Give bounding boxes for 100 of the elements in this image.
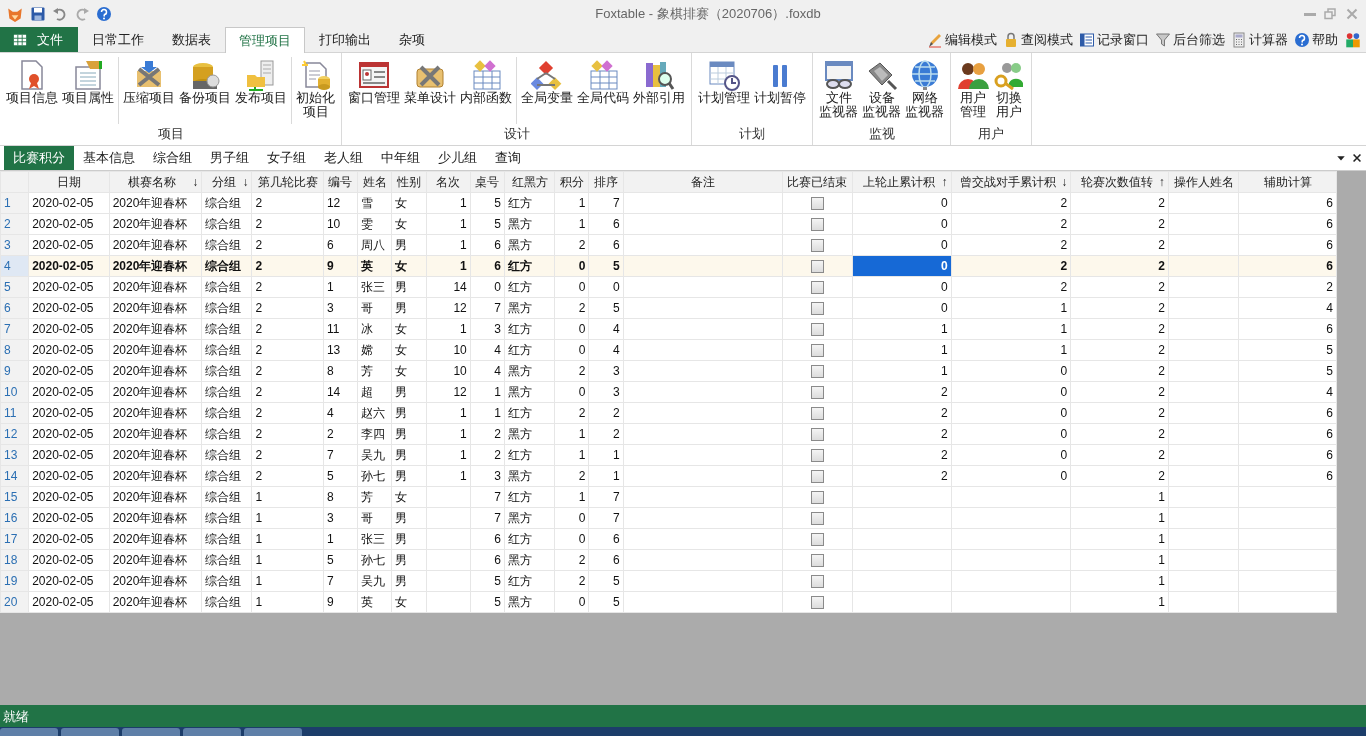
- ribbon-tab[interactable]: 杂项: [385, 27, 439, 52]
- ribbon-tab[interactable]: 日常工作: [78, 27, 158, 52]
- column-header[interactable]: ↓ 分组: [201, 171, 252, 193]
- ribbon-button[interactable]: 项目信息: [5, 57, 59, 124]
- checkbox[interactable]: [810, 365, 824, 379]
- table-cell: 1: [251, 486, 324, 508]
- table-tab[interactable]: 中年组: [372, 146, 429, 170]
- checkbox[interactable]: [810, 428, 824, 442]
- column-header[interactable]: 辅助计算: [1238, 171, 1337, 193]
- row-number[interactable]: 11: [0, 402, 29, 424]
- checkbox[interactable]: [810, 449, 824, 463]
- checkbox[interactable]: [810, 197, 824, 211]
- ribbon-button[interactable]: 备份项目: [178, 57, 232, 124]
- ribbon-button[interactable]: 项目属性: [61, 57, 115, 124]
- column-header[interactable]: 名次: [426, 171, 471, 193]
- column-header[interactable]: ↓ 棋赛名称: [109, 171, 202, 193]
- table-tab[interactable]: 老人组: [315, 146, 372, 170]
- checkbox[interactable]: [810, 491, 824, 505]
- row-number[interactable]: 8: [0, 339, 29, 361]
- ribbon-button[interactable]: 内部函数: [459, 57, 513, 124]
- row-number[interactable]: 6: [0, 297, 29, 319]
- table-tab[interactable]: 基本信息: [74, 146, 144, 170]
- toolbar-button[interactable]: 编辑模式: [927, 29, 997, 50]
- toolbar-button[interactable]: 后台筛选: [1155, 29, 1225, 50]
- table-tab[interactable]: 综合组: [144, 146, 201, 170]
- table-tab[interactable]: 比赛积分: [4, 146, 74, 170]
- column-header[interactable]: 积分: [554, 171, 589, 193]
- toolbar-button[interactable]: 记录窗口: [1079, 29, 1149, 50]
- checkbox[interactable]: [810, 218, 824, 232]
- ribbon-button[interactable]: 全局变量: [520, 57, 574, 124]
- row-number[interactable]: 7: [0, 318, 29, 340]
- ribbon-button[interactable]: 设备 监视器: [861, 57, 902, 124]
- checkbox[interactable]: [810, 407, 824, 421]
- checkbox[interactable]: [810, 344, 824, 358]
- column-header[interactable]: 编号: [323, 171, 358, 193]
- row-number[interactable]: 4: [0, 255, 29, 277]
- row-number[interactable]: 19: [0, 570, 29, 592]
- row-number[interactable]: 16: [0, 507, 29, 529]
- row-number[interactable]: 3: [0, 234, 29, 256]
- row-number[interactable]: 5: [0, 276, 29, 298]
- checkbox[interactable]: [810, 512, 824, 526]
- ribbon-button[interactable]: 网络 监视器: [904, 57, 945, 124]
- column-header[interactable]: 性别: [391, 171, 426, 193]
- checkbox[interactable]: [810, 533, 824, 547]
- row-number[interactable]: 10: [0, 381, 29, 403]
- toolbar-button[interactable]: 计算器: [1231, 29, 1288, 50]
- ribbon-button[interactable]: 外部引用: [632, 57, 686, 124]
- ribbon-button[interactable]: 文件 监视器: [818, 57, 859, 124]
- row-number[interactable]: 1: [0, 192, 29, 214]
- column-header[interactable]: 比赛已结束: [782, 171, 853, 193]
- ribbon-tab[interactable]: 数据表: [158, 27, 225, 52]
- ribbon-button[interactable]: 计划管理: [697, 57, 751, 124]
- row-number[interactable]: 12: [0, 423, 29, 445]
- column-header[interactable]: 操作人姓名: [1168, 171, 1239, 193]
- checkbox[interactable]: [810, 575, 824, 589]
- column-header[interactable]: ↑ 轮赛次数值转: [1070, 171, 1169, 193]
- checkbox[interactable]: [810, 302, 824, 316]
- column-header[interactable]: 排序: [588, 171, 624, 193]
- row-number[interactable]: 2: [0, 213, 29, 235]
- column-header[interactable]: ↓ 曾交战对手累计积: [951, 171, 1071, 193]
- checkbox[interactable]: [810, 281, 824, 295]
- checkbox[interactable]: [810, 239, 824, 253]
- ribbon-button[interactable]: 用户 管理: [956, 57, 990, 124]
- column-header[interactable]: 桌号: [470, 171, 505, 193]
- ribbon-button[interactable]: 发布项目: [234, 57, 288, 124]
- column-header[interactable]: 日期: [28, 171, 110, 193]
- checkbox[interactable]: [810, 470, 824, 484]
- ribbon-button[interactable]: 压缩项目: [122, 57, 176, 124]
- column-header[interactable]: ↑ 上轮止累计积: [852, 171, 952, 193]
- checkbox[interactable]: [810, 596, 824, 610]
- row-number[interactable]: 18: [0, 549, 29, 571]
- column-header[interactable]: 第几轮比赛: [251, 171, 324, 193]
- ribbon-tab[interactable]: 打印输出: [305, 27, 385, 52]
- ribbon-button[interactable]: 切换 用户: [992, 57, 1026, 124]
- row-number[interactable]: 15: [0, 486, 29, 508]
- table-tab[interactable]: 少儿组: [429, 146, 486, 170]
- ribbon-button[interactable]: 计划暂停: [753, 57, 807, 124]
- checkbox[interactable]: [810, 554, 824, 568]
- ribbon-button[interactable]: 初始化 项目: [295, 57, 336, 124]
- checkbox[interactable]: [810, 260, 824, 274]
- row-number[interactable]: 9: [0, 360, 29, 382]
- ribbon-button[interactable]: 菜单设计: [403, 57, 457, 124]
- table-tab[interactable]: 女子组: [258, 146, 315, 170]
- table-tab[interactable]: 查询: [486, 146, 530, 170]
- column-header[interactable]: 姓名: [357, 171, 392, 193]
- row-number[interactable]: 13: [0, 444, 29, 466]
- column-header[interactable]: 备注: [623, 171, 783, 193]
- checkbox[interactable]: [810, 323, 824, 337]
- row-number[interactable]: 20: [0, 591, 29, 613]
- row-number[interactable]: 14: [0, 465, 29, 487]
- ribbon-tab[interactable]: 管理项目: [225, 27, 305, 53]
- checkbox[interactable]: [810, 386, 824, 400]
- ribbon-button[interactable]: 全局代码: [576, 57, 630, 124]
- table-tab[interactable]: 男子组: [201, 146, 258, 170]
- file-menu-tab[interactable]: 文件: [0, 27, 78, 52]
- ribbon-button[interactable]: 窗口管理: [347, 57, 401, 124]
- row-number[interactable]: 17: [0, 528, 29, 550]
- toolbar-button[interactable]: 帮助: [1294, 29, 1338, 50]
- column-header[interactable]: 红黑方: [504, 171, 555, 193]
- toolbar-button[interactable]: 查阅模式: [1003, 29, 1073, 50]
